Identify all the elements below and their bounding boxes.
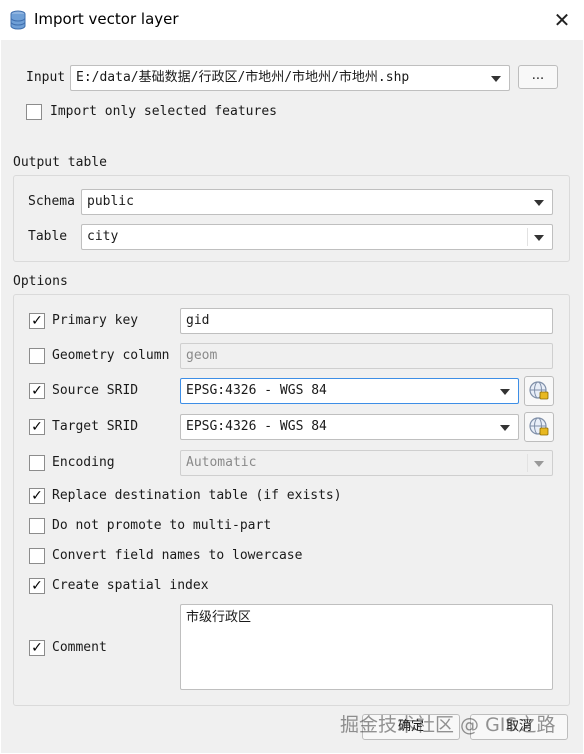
- output-table-group-title: Output table: [13, 155, 107, 170]
- geometry-column-checkbox[interactable]: [29, 348, 45, 364]
- source-crs-select-button[interactable]: [524, 376, 554, 406]
- replace-table-checkbox[interactable]: ✓: [29, 488, 45, 504]
- geometry-column-input: geom: [180, 343, 553, 369]
- input-path-value: E:/data/基础数据/行政区/市地州/市地州/市地州.shp: [76, 70, 410, 85]
- globe-icon: [529, 381, 549, 400]
- watermark-text: 掘金技术社区 @ GIS之路: [340, 714, 556, 736]
- options-group-title: Options: [13, 274, 68, 289]
- database-icon: [9, 10, 27, 30]
- no-multipart-checkbox[interactable]: [29, 518, 45, 534]
- primary-key-label: Primary key: [52, 313, 139, 328]
- no-multipart-label: Do not promote to multi-part: [52, 518, 272, 533]
- chevron-down-icon: [500, 389, 510, 395]
- schema-value: public: [87, 194, 134, 209]
- lowercase-fields-checkbox[interactable]: [29, 548, 45, 564]
- source-srid-label: Source SRID: [52, 383, 139, 398]
- primary-key-checkbox[interactable]: ✓: [29, 313, 45, 329]
- lowercase-fields-label: Convert field names to lowercase: [52, 548, 303, 563]
- chevron-down-icon: [491, 76, 501, 82]
- table-value: city: [87, 229, 119, 244]
- schema-combo[interactable]: public: [81, 189, 553, 215]
- comment-checkbox[interactable]: ✓: [29, 640, 45, 656]
- target-srid-label: Target SRID: [52, 419, 139, 434]
- replace-table-label: Replace destination table (if exists): [52, 488, 342, 503]
- import-only-selected-checkbox[interactable]: [26, 104, 42, 120]
- globe-icon: [529, 417, 549, 436]
- encoding-value: Automatic: [186, 455, 257, 470]
- chevron-down-icon: [534, 461, 544, 467]
- import-only-selected-label: Import only selected features: [50, 104, 277, 119]
- geometry-column-value: geom: [186, 348, 218, 363]
- encoding-label: Encoding: [52, 455, 115, 470]
- target-crs-select-button[interactable]: [524, 412, 554, 442]
- target-srid-combo[interactable]: EPSG:4326 - WGS 84: [180, 414, 519, 440]
- spatial-index-checkbox[interactable]: ✓: [29, 578, 45, 594]
- title-bar[interactable]: Import vector layer ✕: [0, 0, 584, 40]
- primary-key-input[interactable]: gid: [180, 308, 553, 334]
- primary-key-value: gid: [186, 313, 210, 328]
- table-label: Table: [28, 229, 68, 244]
- chevron-down-icon: [534, 235, 544, 241]
- source-srid-checkbox[interactable]: ✓: [29, 383, 45, 399]
- source-srid-value: EPSG:4326 - WGS 84: [186, 383, 327, 398]
- encoding-checkbox[interactable]: [29, 455, 45, 471]
- encoding-combo: Automatic: [180, 450, 553, 476]
- source-srid-combo[interactable]: EPSG:4326 - WGS 84: [180, 378, 519, 404]
- chevron-down-icon: [534, 200, 544, 206]
- comment-value: 市级行政区: [186, 610, 252, 625]
- table-combo[interactable]: city: [81, 224, 553, 250]
- input-label: Input: [26, 70, 66, 85]
- spatial-index-label: Create spatial index: [52, 578, 209, 593]
- chevron-down-icon: [500, 425, 510, 431]
- close-icon[interactable]: ✕: [548, 6, 576, 34]
- target-srid-checkbox[interactable]: ✓: [29, 419, 45, 435]
- schema-label: Schema: [28, 194, 75, 209]
- comment-label: Comment: [52, 640, 107, 655]
- window-title: Import vector layer: [34, 10, 179, 28]
- browse-button[interactable]: ...: [518, 65, 558, 89]
- geometry-column-label: Geometry column: [52, 348, 170, 363]
- comment-textarea[interactable]: 市级行政区: [180, 604, 553, 690]
- target-srid-value: EPSG:4326 - WGS 84: [186, 419, 327, 434]
- input-path-combo[interactable]: E:/data/基础数据/行政区/市地州/市地州/市地州.shp: [70, 65, 510, 91]
